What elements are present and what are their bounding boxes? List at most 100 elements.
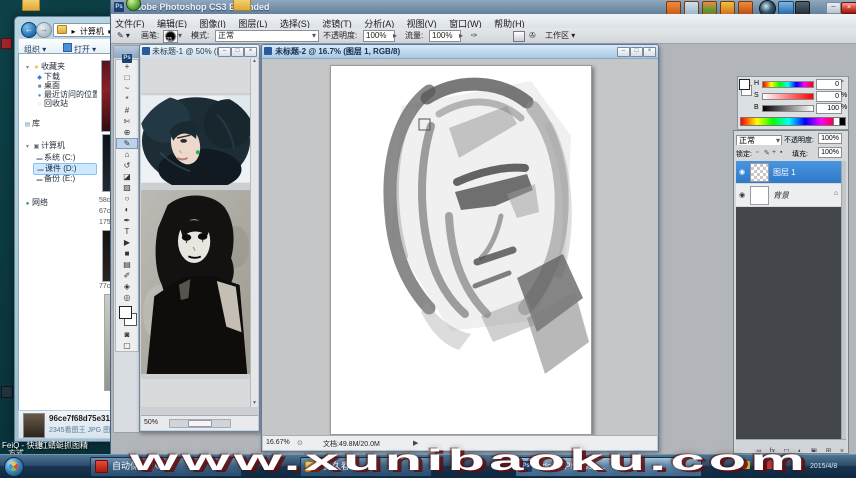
doc-close-button[interactable]: ×: [643, 47, 656, 57]
background-layer-name[interactable]: 背景: [773, 190, 789, 201]
minimize-button[interactable]: –: [826, 2, 841, 14]
clone-stamp-tool[interactable]: ⌂: [117, 149, 137, 160]
doc1-titlebar[interactable]: 未标题-1 @ 50% (图... – □ ×: [140, 45, 259, 59]
doc1-horizontal-scrollbar[interactable]: [169, 419, 231, 428]
sidebar-item-computer[interactable]: ▾▣计算机: [23, 141, 65, 151]
mode-select[interactable]: 正常▾: [215, 30, 319, 42]
canvas[interactable]: [330, 65, 592, 435]
desktop-icon[interactable]: [1, 38, 12, 49]
zoom-tool[interactable]: ◎: [117, 292, 137, 303]
new-layer-icon[interactable]: ⊞: [826, 448, 832, 452]
sync-gadget-icon[interactable]: [778, 1, 794, 15]
lock-pixels-icon[interactable]: ✎: [764, 149, 770, 157]
sidebar-item-drive-e[interactable]: ▬备份 (E:): [35, 174, 75, 184]
workspace-button[interactable]: 工作区 ▾: [545, 28, 575, 43]
layers-scrollbar[interactable]: [841, 161, 846, 439]
foreground-color-swatch[interactable]: [119, 306, 132, 319]
notes-tool[interactable]: ▤: [117, 259, 137, 270]
panel-foreground-swatch[interactable]: [739, 79, 750, 90]
background-thumbnail[interactable]: [750, 186, 769, 205]
flow-field[interactable]: 100%: [429, 30, 461, 42]
saturation-slider[interactable]: [762, 93, 814, 100]
quick-mask-icon[interactable]: ◙: [117, 329, 137, 340]
crop-tool[interactable]: #: [117, 105, 137, 116]
lock-transparency-icon[interactable]: ▫: [756, 149, 758, 156]
doc-close-button[interactable]: ×: [244, 47, 257, 57]
move-tool[interactable]: +: [117, 61, 137, 72]
close-button[interactable]: ×: [841, 2, 856, 14]
breadcrumb-computer[interactable]: 计算机: [80, 27, 104, 36]
healing-brush-tool[interactable]: ⊕: [117, 127, 137, 138]
sidebar-item-favorites[interactable]: ▾★收藏夹: [23, 62, 65, 72]
slice-tool[interactable]: ✄: [117, 116, 137, 127]
forward-button[interactable]: →: [36, 22, 52, 38]
blend-mode-select[interactable]: 正常▾: [736, 135, 782, 145]
quick-selection-tool[interactable]: *: [117, 94, 137, 105]
screen-mode-icon[interactable]: ▢: [117, 340, 137, 351]
lasso-tool[interactable]: ~: [117, 83, 137, 94]
airbrush-icon[interactable]: ✑: [471, 28, 478, 43]
taskbar-clock[interactable]: 2015/4/8: [810, 463, 837, 470]
path-selection-tool[interactable]: ▶: [117, 237, 137, 248]
visibility-eye-icon[interactable]: ◉: [736, 191, 748, 199]
lock-position-icon[interactable]: +: [772, 149, 776, 156]
hue-value[interactable]: 0: [816, 79, 842, 90]
layer-row-layer1[interactable]: ◉ 图层 1: [736, 161, 842, 183]
doc1-vertical-scrollbar[interactable]: ▲ ▼: [250, 58, 258, 407]
brush-tool[interactable]: ✎: [116, 138, 138, 149]
bridge-icon[interactable]: ✇: [529, 28, 536, 43]
history-brush-tool[interactable]: ↺: [117, 160, 137, 171]
doc-minimize-button[interactable]: –: [218, 47, 231, 57]
sidebar-item-network[interactable]: ●网络: [23, 198, 48, 208]
marquee-tool[interactable]: □: [117, 72, 137, 83]
opacity-arrow-icon[interactable]: ▸: [393, 28, 397, 43]
flow-arrow-icon[interactable]: ▸: [459, 28, 463, 43]
shape-tool[interactable]: ■: [117, 248, 137, 259]
dodge-tool[interactable]: ◐: [117, 204, 137, 215]
layer1-name[interactable]: 图层 1: [773, 167, 796, 178]
reference-photo-feather-portrait[interactable]: [141, 93, 251, 185]
spectrum-black-swatch[interactable]: [839, 117, 846, 126]
mail-gadget-icon[interactable]: [795, 1, 810, 15]
doc1-zoom-level[interactable]: 50%: [144, 419, 158, 426]
brush-tool-preset-icon[interactable]: ✎ ▾: [117, 28, 130, 43]
layer1-thumbnail[interactable]: [750, 163, 769, 182]
desktop-folder-icon[interactable]: [233, 0, 251, 11]
visibility-eye-icon[interactable]: ◉: [736, 168, 748, 176]
expand-icon[interactable]: ▾: [23, 142, 32, 152]
doc-maximize-button[interactable]: □: [231, 47, 244, 57]
sidebar-item-drive-c[interactable]: ▬系统 (C:): [35, 153, 76, 163]
layer-opacity-field[interactable]: 100%: [818, 133, 842, 144]
scrollbar-thumb[interactable]: [188, 420, 212, 427]
toolbox-header[interactable]: Ps: [114, 46, 140, 58]
layer-fill-field[interactable]: 100%: [818, 147, 842, 158]
start-button[interactable]: [4, 457, 24, 477]
gradient-tool[interactable]: ▨: [117, 182, 137, 193]
opacity-field[interactable]: 100%: [363, 30, 395, 42]
brush-dropdown-icon[interactable]: ▾: [178, 28, 182, 43]
hand-tool[interactable]: ◈: [117, 281, 137, 292]
eraser-tool[interactable]: ◪: [117, 171, 137, 182]
pen-tool[interactable]: ✒: [117, 215, 137, 226]
brightness-value[interactable]: 100: [816, 103, 842, 114]
doc-minimize-button[interactable]: –: [617, 47, 630, 57]
sidebar-item-libraries[interactable]: ▤库: [23, 119, 40, 129]
desktop-folder-icon[interactable]: [22, 0, 40, 11]
desktop-label-red-dragonfly[interactable]: 红蜻蜓抓图精: [40, 440, 88, 451]
desktop-icon[interactable]: [1, 386, 13, 398]
hue-slider[interactable]: [762, 81, 814, 88]
color-spectrum-bar[interactable]: [740, 117, 838, 126]
photoshop-titlebar[interactable]: Ps Adobe Photoshop CS3 Extended – ×: [111, 0, 856, 14]
doc2-titlebar[interactable]: 未标题-2 @ 16.7% (图层 1, RGB/8) – □ ×: [262, 45, 658, 59]
eyedropper-tool[interactable]: ✐: [117, 270, 137, 281]
brightness-slider[interactable]: [762, 105, 814, 112]
layer-group-icon[interactable]: ▣: [811, 448, 818, 452]
expand-icon[interactable]: ▾: [23, 63, 32, 73]
lock-all-icon[interactable]: ▪: [780, 149, 782, 156]
saturation-value[interactable]: 0: [816, 91, 842, 102]
delete-layer-icon[interactable]: ×: [840, 448, 844, 452]
doc-maximize-button[interactable]: □: [630, 47, 643, 57]
type-tool[interactable]: T: [117, 226, 137, 237]
reference-photo-crow-portrait[interactable]: [141, 185, 251, 379]
blur-tool[interactable]: ○: [117, 193, 137, 204]
